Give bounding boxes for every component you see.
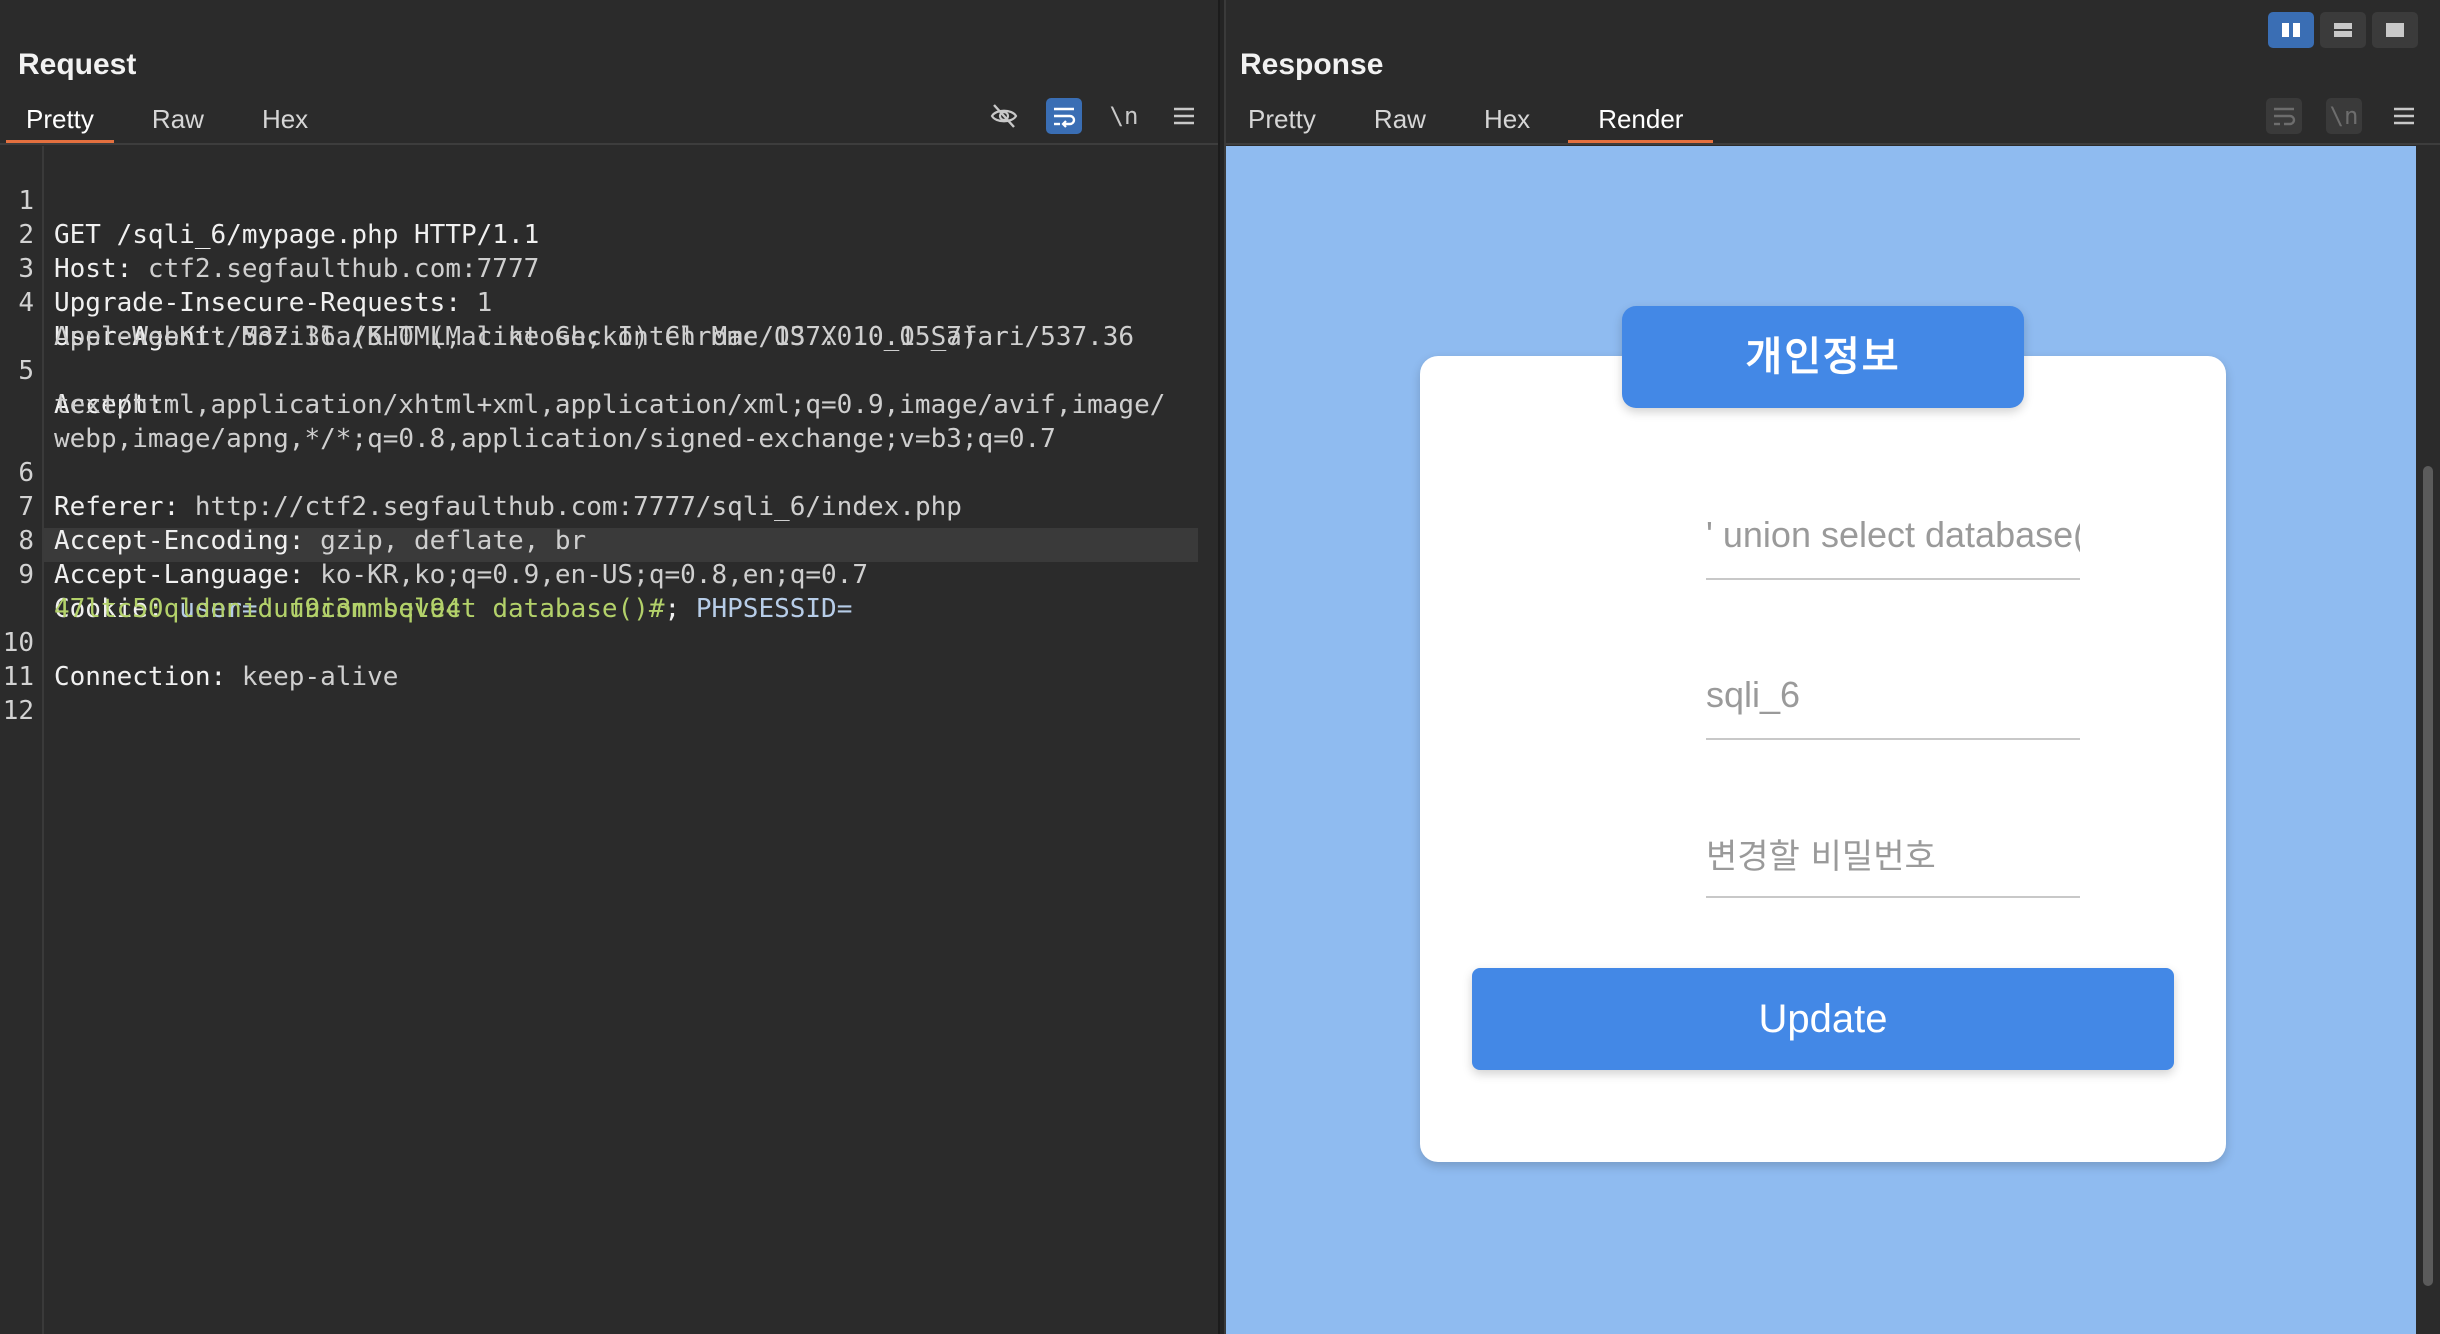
line-number: 12 (2, 696, 34, 726)
tab-hex[interactable]: Hex (242, 100, 328, 144)
tab-pretty[interactable]: Pretty (1228, 100, 1336, 144)
render-scrollbar[interactable] (2416, 146, 2440, 1334)
newline-icon[interactable]: \n (1106, 98, 1142, 134)
name-field[interactable]: ' union select database( (1706, 492, 2080, 580)
menu-icon[interactable] (2386, 98, 2422, 134)
request-panel: Request Pretty Raw Hex \n 1 GET /sqli_6/… (0, 0, 1218, 1334)
card-title: 개인정보 (1622, 306, 2024, 408)
word-wrap-icon[interactable] (2266, 98, 2302, 134)
response-title: Response (1240, 48, 1384, 81)
newline-icon[interactable]: \n (2326, 98, 2362, 134)
request-tabs: Pretty Raw Hex (6, 100, 328, 144)
split-horizontal-icon[interactable] (2320, 12, 2366, 48)
word-wrap-icon[interactable] (1046, 98, 1082, 134)
menu-icon[interactable] (1166, 98, 1202, 134)
tab-raw[interactable]: Raw (132, 100, 224, 144)
rendered-page: 개인정보 ' union select database( sqli_6 변경할… (1226, 146, 2416, 1334)
scrollbar-thumb[interactable] (2423, 466, 2433, 1286)
pane-splitter[interactable] (1218, 0, 1226, 1334)
response-tabs: Pretty Raw Hex Render (1228, 100, 1714, 144)
layout-toggle-group (2268, 12, 2418, 48)
response-panel: Response Pretty Raw Hex Render \n 개인정보 '… (1226, 0, 2440, 1334)
split-vertical-icon[interactable] (2268, 12, 2314, 48)
update-button[interactable]: Update (1472, 968, 2174, 1070)
code-line: 12 (0, 660, 1218, 762)
request-tab-rule (0, 143, 1218, 145)
single-pane-icon[interactable] (2372, 12, 2418, 48)
request-toolbar: \n (986, 98, 1202, 134)
response-tab-rule (1226, 143, 2440, 145)
tab-render[interactable]: Render (1568, 100, 1714, 144)
tab-raw[interactable]: Raw (1354, 100, 1446, 144)
tab-pretty[interactable]: Pretty (6, 100, 114, 144)
eye-slash-icon[interactable] (986, 98, 1022, 134)
request-editor[interactable]: 1 GET /sqli_6/mypage.php HTTP/1.1 2 Host… (0, 146, 1218, 1334)
response-toolbar: \n (2266, 98, 2422, 134)
request-title: Request (18, 48, 137, 81)
new-password-field[interactable]: 변경할 비밀번호 (1706, 810, 2080, 898)
id-field[interactable]: sqli_6 (1706, 652, 2080, 740)
tab-hex[interactable]: Hex (1464, 100, 1550, 144)
